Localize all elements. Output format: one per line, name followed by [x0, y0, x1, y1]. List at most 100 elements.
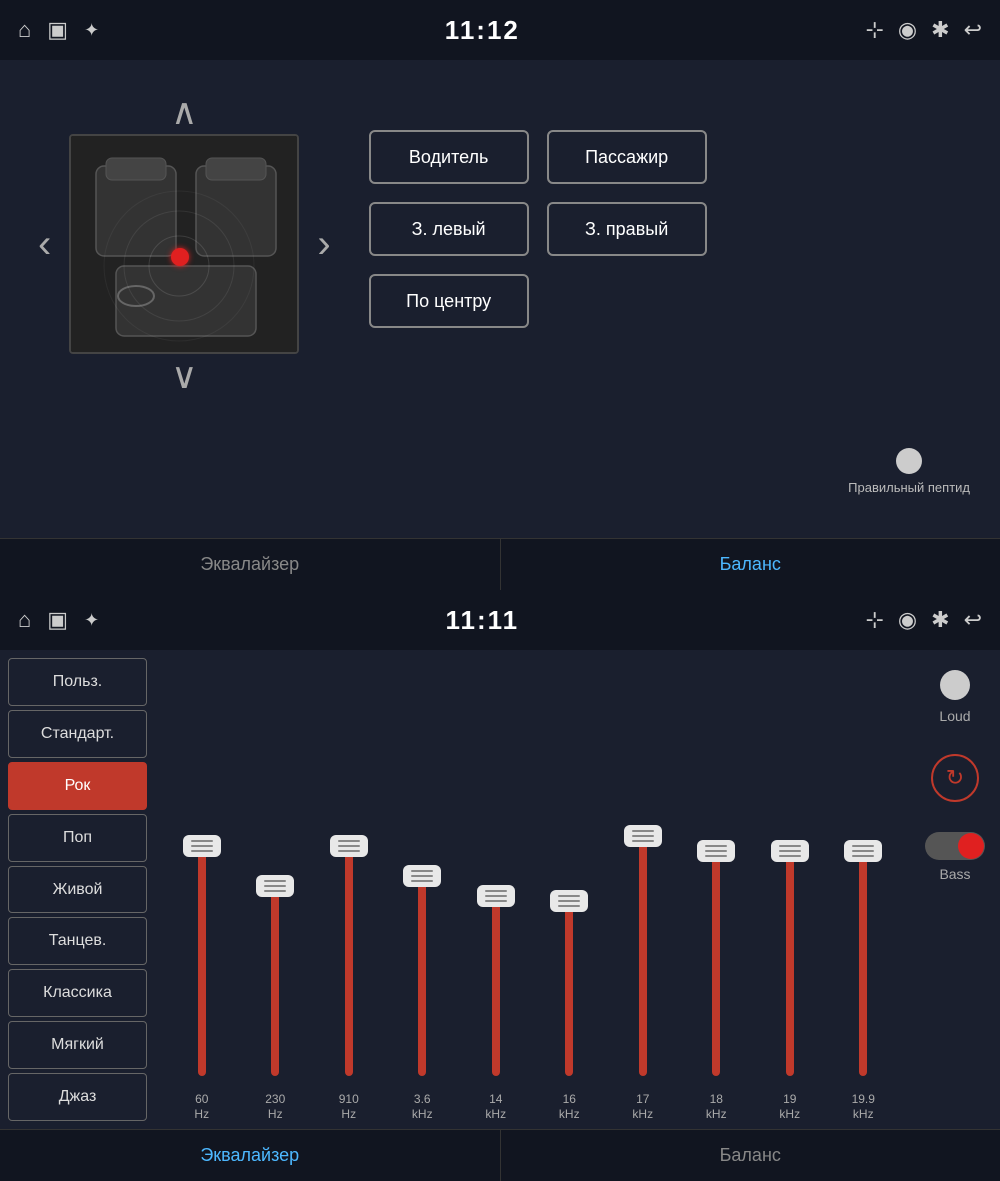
seat-buttons-container: Водитель Пассажир З. левый З. правый По …: [369, 100, 707, 328]
passenger-button[interactable]: Пассажир: [547, 130, 707, 184]
buttons-row-2: З. левый З. правый: [369, 202, 707, 256]
bottom-status-bar: ⌂ ▣ ✦ 11:11 ⊹ ◉ ✱ ↩: [0, 590, 1000, 650]
peptide-dot: [896, 448, 922, 474]
bottom-usb-icon[interactable]: ✦: [84, 610, 99, 631]
balance-position-dot[interactable]: [171, 248, 189, 266]
freq-label-2: 910 Hz: [323, 1092, 375, 1123]
slider-col-3: [418, 786, 426, 1076]
bottom-bluetooth-icon[interactable]: ✱: [931, 607, 949, 633]
bottom-tab-equalizer[interactable]: Эквалайзер: [0, 1129, 500, 1181]
bass-toggle[interactable]: [925, 832, 985, 860]
freq-label-6: 17 kHz: [617, 1092, 669, 1123]
cast-icon[interactable]: ⊹: [865, 17, 883, 43]
preset-classic[interactable]: Классика: [8, 969, 147, 1017]
seat-next-button[interactable]: ›: [309, 222, 338, 267]
bottom-location-icon[interactable]: ◉: [898, 607, 917, 633]
slider-handle-1[interactable]: [256, 875, 294, 897]
slider-col-2: [345, 786, 353, 1076]
bottom-tab-balance[interactable]: Баланс: [501, 1129, 1000, 1181]
rear-left-button[interactable]: З. левый: [369, 202, 529, 256]
back-icon[interactable]: ↩: [964, 17, 982, 43]
slider-handle-6[interactable]: [624, 825, 662, 847]
slider-track-1[interactable]: [271, 886, 279, 1076]
freq-label-5: 16 kHz: [543, 1092, 595, 1123]
slider-col-0: [198, 786, 206, 1076]
home-icon[interactable]: ⌂: [18, 17, 31, 43]
seat-prev-button[interactable]: ‹: [30, 222, 59, 267]
top-tab-balance[interactable]: Баланс: [501, 538, 1000, 590]
slider-track-6[interactable]: [639, 836, 647, 1076]
slider-col-7: [712, 786, 720, 1076]
preset-standard[interactable]: Стандарт.: [8, 710, 147, 758]
loud-button[interactable]: [940, 670, 970, 700]
top-panel: ⌂ ▣ ✦ 11:12 ⊹ ◉ ✱ ↩ ∧ ‹: [0, 0, 1000, 590]
slider-track-3[interactable]: [418, 876, 426, 1076]
seat-image-inner: [71, 136, 297, 352]
slider-handle-9[interactable]: [844, 840, 882, 862]
rear-right-button[interactable]: З. правый: [547, 202, 707, 256]
freq-label-3: 3.6 kHz: [396, 1092, 448, 1123]
slider-track-8[interactable]: [786, 851, 794, 1076]
slider-track-7[interactable]: [712, 851, 720, 1076]
preset-rock[interactable]: Рок: [8, 762, 147, 810]
bass-label: Bass: [939, 866, 970, 882]
slider-track-2[interactable]: [345, 846, 353, 1076]
peptide-label: Правильный пептид: [848, 480, 970, 495]
usb-icon[interactable]: ✦: [84, 20, 99, 41]
reset-button[interactable]: ↻: [931, 754, 979, 802]
loud-label: Loud: [939, 708, 970, 724]
bottom-home-icon[interactable]: ⌂: [18, 607, 31, 633]
freq-label-0: 60 Hz: [176, 1092, 228, 1123]
seat-up-button[interactable]: ∧: [171, 90, 197, 134]
slider-col-4: [492, 786, 500, 1076]
slider-handle-2[interactable]: [330, 835, 368, 857]
center-button[interactable]: По центру: [369, 274, 529, 328]
seat-down-button[interactable]: ∨: [171, 354, 197, 398]
seat-image[interactable]: [69, 134, 299, 354]
preset-pop[interactable]: Поп: [8, 814, 147, 862]
top-tab-bar: Эквалайзер Баланс: [0, 538, 1000, 590]
bottom-tab-bar: Эквалайзер Баланс: [0, 1129, 1000, 1181]
eq-content: Польз.Стандарт.РокПопЖивойТанцев.Классик…: [0, 650, 1000, 1129]
top-time-display: 11:12: [445, 15, 520, 46]
bottom-status-left: ⌂ ▣ ✦: [18, 607, 99, 633]
top-tab-equalizer[interactable]: Эквалайзер: [0, 538, 500, 590]
status-bar-right-icons: ⊹ ◉ ✱ ↩: [865, 17, 982, 43]
slider-handle-4[interactable]: [477, 885, 515, 907]
bottom-cast-icon[interactable]: ⊹: [865, 607, 883, 633]
buttons-row-3: По центру: [369, 274, 707, 328]
top-status-bar: ⌂ ▣ ✦ 11:12 ⊹ ◉ ✱ ↩: [0, 0, 1000, 60]
slider-track-5[interactable]: [565, 901, 573, 1076]
slider-track-0[interactable]: [198, 846, 206, 1076]
slider-track-9[interactable]: [859, 851, 867, 1076]
freq-label-1: 230 Hz: [249, 1092, 301, 1123]
slider-handle-5[interactable]: [550, 890, 588, 912]
buttons-row-1: Водитель Пассажир: [369, 130, 707, 184]
bottom-screen-icon[interactable]: ▣: [47, 607, 68, 633]
sliders-row: [165, 666, 900, 1084]
driver-button[interactable]: Водитель: [369, 130, 529, 184]
slider-handle-7[interactable]: [697, 840, 735, 862]
location-icon[interactable]: ◉: [898, 17, 917, 43]
presets-sidebar: Польз.Стандарт.РокПопЖивойТанцев.Классик…: [0, 650, 155, 1129]
bluetooth-icon[interactable]: ✱: [931, 17, 949, 43]
bottom-status-right: ⊹ ◉ ✱ ↩: [865, 607, 982, 633]
preset-jazz[interactable]: Джаз: [8, 1073, 147, 1121]
preset-soft[interactable]: Мягкий: [8, 1021, 147, 1069]
slider-handle-8[interactable]: [771, 840, 809, 862]
slider-handle-3[interactable]: [403, 865, 441, 887]
buttons-area: Водитель Пассажир З. левый З. правый По …: [369, 130, 707, 328]
bottom-back-icon[interactable]: ↩: [964, 607, 982, 633]
screen-icon[interactable]: ▣: [47, 17, 68, 43]
slider-handle-0[interactable]: [183, 835, 221, 857]
bottom-panel: ⌂ ▣ ✦ 11:11 ⊹ ◉ ✱ ↩ Польз.Стандарт.РокПо…: [0, 590, 1000, 1181]
preset-custom[interactable]: Польз.: [8, 658, 147, 706]
eq-sliders-area: 60 Hz230 Hz910 Hz3.6 kHz14 kHz16 kHz17 k…: [155, 650, 910, 1129]
reset-icon: ↻: [946, 765, 964, 791]
slider-track-4[interactable]: [492, 896, 500, 1076]
preset-live[interactable]: Живой: [8, 866, 147, 914]
seat-selector-area: ∧ ‹: [30, 90, 339, 398]
preset-dance[interactable]: Танцев.: [8, 917, 147, 965]
eq-right-controls: Loud ↻ Bass: [910, 650, 1000, 1129]
loud-control: Loud: [939, 670, 970, 724]
